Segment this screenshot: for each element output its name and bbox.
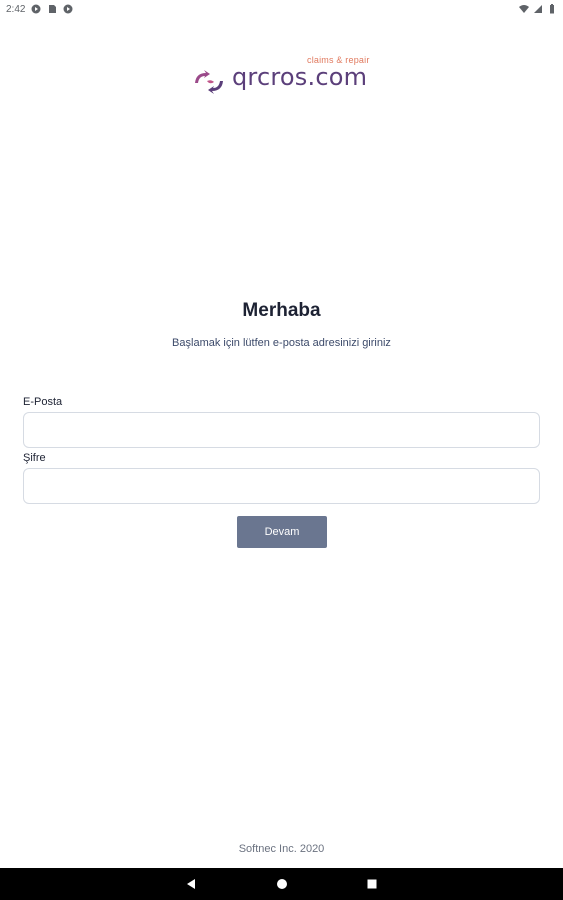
status-right	[519, 4, 557, 14]
status-time: 2:42	[6, 3, 26, 15]
page-title: Merhaba	[242, 300, 321, 321]
continue-button[interactable]: Devam	[237, 516, 327, 548]
recents-icon[interactable]	[352, 868, 392, 900]
logo-text: qrcros.com	[232, 63, 368, 91]
email-field-wrapper	[23, 412, 540, 448]
status-left: 2:42	[6, 4, 73, 15]
password-field-wrapper	[23, 468, 540, 504]
signal-icon	[533, 4, 543, 14]
logo-mark-icon	[195, 70, 223, 94]
sim-icon	[47, 4, 57, 14]
password-field[interactable]	[24, 469, 539, 503]
brand-logo: claims & repair qrcros.com	[192, 55, 372, 99]
app-icon	[63, 4, 73, 14]
app-icon	[31, 4, 41, 14]
page-subtitle: Başlamak için lütfen e-posta adresinizi …	[172, 337, 391, 349]
home-icon[interactable]	[262, 868, 302, 900]
wifi-icon	[519, 4, 529, 14]
system-nav-bar	[0, 868, 563, 900]
email-label: E-Posta	[23, 396, 63, 408]
status-bar: 2:42	[0, 0, 563, 18]
password-label: Şifre	[23, 452, 46, 464]
footer-copyright: Softnec Inc. 2020	[238, 843, 325, 855]
email-field[interactable]	[24, 413, 539, 447]
back-icon[interactable]	[171, 868, 211, 900]
battery-icon	[547, 4, 557, 14]
